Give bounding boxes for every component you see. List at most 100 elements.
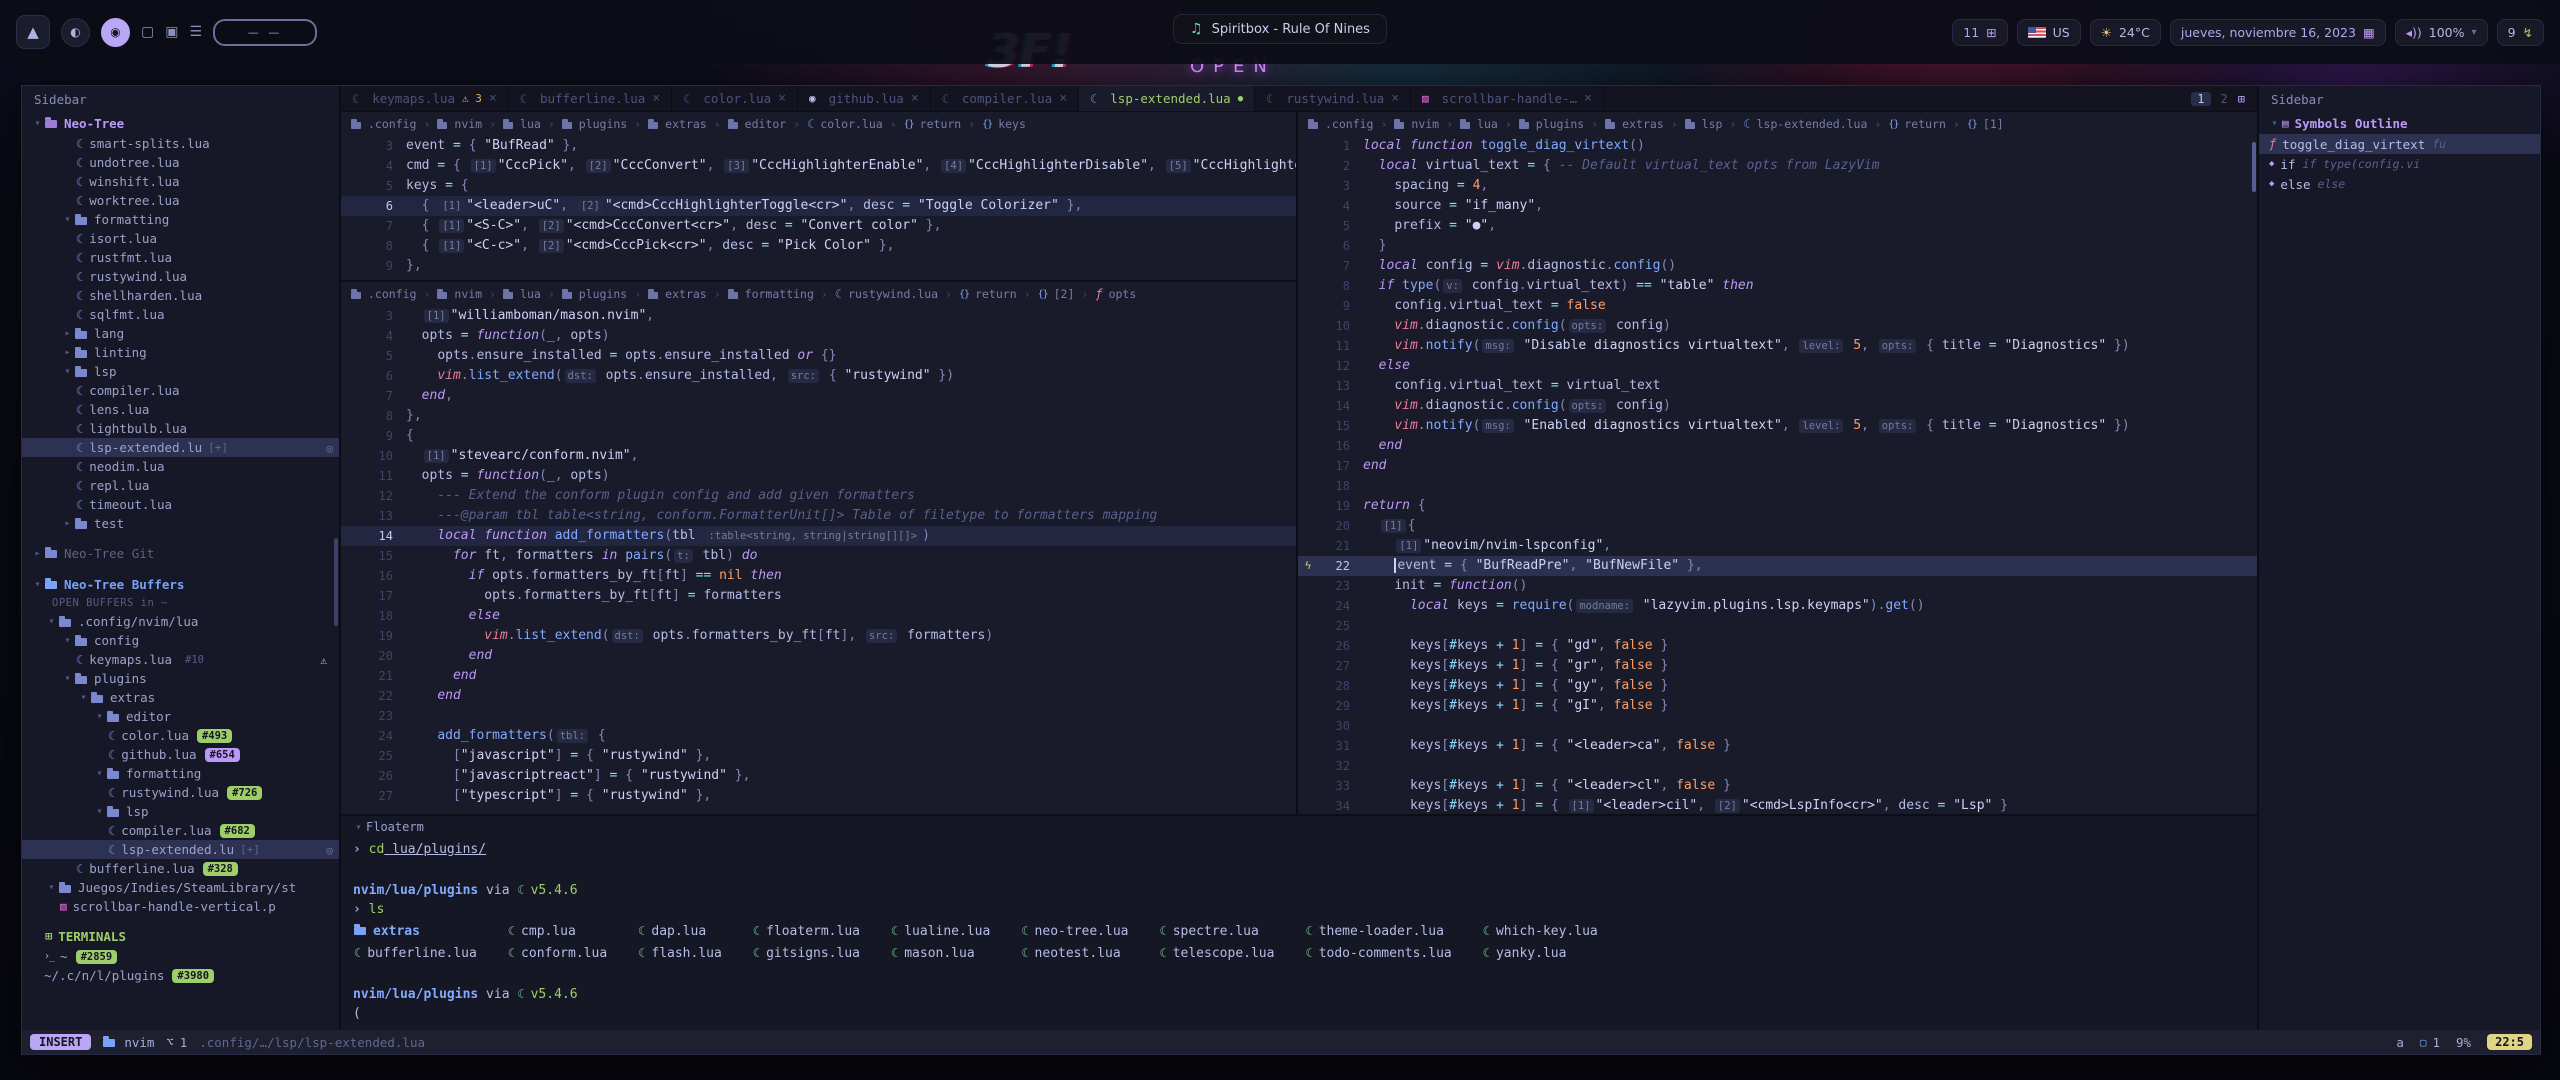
code-line[interactable]: 24 local keys = require(modname: "lazyvi… — [1298, 596, 2257, 616]
tree-item[interactable]: ▾plugins — [22, 669, 339, 688]
tree-item[interactable]: ☾rustywind.lua — [22, 267, 339, 286]
close-tab-icon[interactable]: × — [489, 91, 497, 106]
code-line[interactable]: 4cmd = { [1]"CccPick", [2]"CccConvert", … — [341, 156, 1296, 176]
window-button[interactable]: ▢ — [141, 24, 154, 40]
code-line[interactable]: 15 vim.notify(msg: "Enabled diagnostics … — [1298, 416, 2257, 436]
tree-item[interactable]: ☾keymaps.lua#10⚠ — [22, 650, 339, 669]
code-line[interactable]: 33 keys[#keys + 1] = { "<leader>cl", fal… — [1298, 776, 2257, 796]
code-line[interactable]: 12 --- Extend the conform plugin config … — [341, 486, 1296, 506]
weather-widget[interactable]: ☀24°C — [2090, 19, 2161, 46]
code-line[interactable]: 3 spacing = 4, — [1298, 176, 2257, 196]
code-line[interactable]: 25 — [1298, 616, 2257, 636]
tree-item[interactable]: ▸linting — [22, 343, 339, 362]
tree-item[interactable]: ☾smart-splits.lua — [22, 134, 339, 153]
tree-item[interactable]: ☾neodim.lua — [22, 457, 339, 476]
code-line[interactable]: 12 else — [1298, 356, 2257, 376]
editor-tab[interactable]: ☾keymaps.lua⚠ 3× — [341, 86, 509, 111]
code-line[interactable]: 21 end — [341, 666, 1296, 686]
code-line[interactable]: 6 { [1]"<leader>uC", [2]"<cmd>CccHighlig… — [341, 196, 1296, 216]
close-tab-icon[interactable]: × — [1584, 91, 1592, 106]
code-line[interactable]: 23 — [341, 706, 1296, 726]
keyboard-widget[interactable]: 11⊞ — [1952, 19, 2007, 46]
tree-item[interactable]: ▨scrollbar-handle-vertical.p — [22, 897, 339, 916]
editor-tab[interactable]: ☾bufferline.lua× — [509, 86, 672, 111]
symbols-outline-header[interactable]: ▾ ▤ Symbols Outline — [2259, 112, 2540, 134]
code-line[interactable]: 20 [1]{ — [1298, 516, 2257, 536]
section-header[interactable]: ▸Neo-Tree Git — [22, 542, 339, 564]
listing-entry[interactable]: ☾cmp.lua — [507, 920, 637, 942]
date-widget[interactable]: jueves, noviembre 16, 2023▦ — [2170, 19, 2386, 46]
editor-tab[interactable]: ☾compiler.lua× — [931, 86, 1079, 111]
listing-entry[interactable]: ☾neo-tree.lua — [1020, 920, 1158, 942]
code-line[interactable]: 13 ---@param tbl table<string, conform.F… — [341, 506, 1296, 526]
code-line[interactable]: 7 { [1]"<S-C>", [2]"<cmd>CccConvert<cr>"… — [341, 216, 1296, 236]
outline-symbol[interactable]: ◆ifif type(config.vi — [2259, 154, 2540, 174]
code-line[interactable]: 14 local function add_formatters(tbl :ta… — [341, 526, 1296, 546]
code-line[interactable]: 9 config.virtual_text = false — [1298, 296, 2257, 316]
code-line[interactable]: 5 prefix = "●", — [1298, 216, 2257, 236]
editor-tab[interactable]: ◉github.lua× — [798, 86, 931, 111]
code-line[interactable]: 27 ["typescript"] = { "rustywind" }, — [341, 786, 1296, 806]
tree-item[interactable]: ☾bufferline.lua#328 — [22, 859, 339, 878]
timer-button[interactable]: ◐ — [61, 18, 90, 47]
tree-item[interactable]: ▾editor — [22, 707, 339, 726]
code-line[interactable]: 8 if type(v: config.virtual_text) == "ta… — [1298, 276, 2257, 296]
tree-item[interactable]: ›_~#2859 — [22, 947, 339, 966]
code-line[interactable]: 17 opts.formatters_by_ft[ft] = formatter… — [341, 586, 1296, 606]
outline-symbol[interactable]: ◆elseelse — [2259, 174, 2540, 194]
tabpage-number[interactable]: 2 — [2221, 92, 2228, 106]
section-header[interactable]: ▾Neo-Tree Buffers — [22, 573, 339, 595]
code-line[interactable]: 24 add_formatters(tbl: { — [341, 726, 1296, 746]
language-widget[interactable]: US — [2017, 19, 2081, 46]
editor-tab[interactable]: ☾color.lua× — [672, 86, 798, 111]
code-line[interactable]: 7 end, — [341, 386, 1296, 406]
listing-entry[interactable]: ☾todo-comments.lua — [1304, 942, 1481, 964]
code-line[interactable]: 31 keys[#keys + 1] = { "<leader>ca", fal… — [1298, 736, 2257, 756]
code-line[interactable]: 1local function toggle_diag_virtext() — [1298, 136, 2257, 156]
code-line[interactable]: 23 init = function() — [1298, 576, 2257, 596]
listing-entry[interactable]: ☾flash.lua — [637, 942, 752, 964]
code-line[interactable]: 19return { — [1298, 496, 2257, 516]
code-buffer[interactable]: 3 [1]"williamboman/mason.nvim",4 opts = … — [341, 306, 1296, 814]
tree-item[interactable]: ☾color.lua#493 — [22, 726, 339, 745]
code-line[interactable]: 26 ["javascriptreact"] = { "rustywind" }… — [341, 766, 1296, 786]
editor-tab[interactable]: ☾rustywind.lua× — [1255, 86, 1411, 111]
code-line[interactable]: 15 for ft, formatters in pairs(t: tbl) d… — [341, 546, 1296, 566]
tree-item[interactable]: ☾rustfmt.lua — [22, 248, 339, 267]
floaterm-titlebar[interactable]: ▾ Floaterm — [341, 816, 2257, 838]
launcher-button[interactable]: ▲ — [16, 15, 50, 49]
tree-item[interactable]: ▾Juegos/Indies/SteamLibrary/st — [22, 878, 339, 897]
code-line[interactable]: 21 [1]"neovim/nvim-lspconfig", — [1298, 536, 2257, 556]
tabpage-number[interactable]: 1 — [2191, 92, 2210, 106]
code-line[interactable]: 18 else — [341, 606, 1296, 626]
tree-item[interactable]: ▾extras — [22, 688, 339, 707]
listing-entry[interactable]: ☾which-key.lua — [1482, 920, 1628, 942]
code-buffer[interactable]: 3event = { "BufRead" },4cmd = { [1]"CccP… — [341, 136, 1296, 280]
listing-entry[interactable]: ☾spectre.lua — [1158, 920, 1304, 942]
tree-item[interactable]: ☾winshift.lua — [22, 172, 339, 191]
tree-item[interactable]: ☾undotree.lua — [22, 153, 339, 172]
code-line[interactable]: 17end — [1298, 456, 2257, 476]
tree-item[interactable]: ☾timeout.lua — [22, 495, 339, 514]
pane-scrollbar[interactable] — [2252, 142, 2256, 192]
tree-item[interactable]: ▸test — [22, 514, 339, 533]
music-widget[interactable]: ♫ Spiritbox - Rule Of Nines — [1173, 14, 1387, 44]
code-line[interactable]: 27 keys[#keys + 1] = { "gr", false } — [1298, 656, 2257, 676]
notes-button[interactable]: ☰ — [189, 24, 202, 40]
close-tab-icon[interactable]: × — [1059, 91, 1067, 106]
code-line[interactable]: 22 end — [341, 686, 1296, 706]
listing-entry[interactable]: extras — [353, 920, 507, 942]
listing-entry[interactable]: ☾neotest.lua — [1020, 942, 1158, 964]
code-line[interactable]: 18 — [1298, 476, 2257, 496]
code-line[interactable]: 7 local config = vim.diagnostic.config() — [1298, 256, 2257, 276]
tree-item[interactable]: ▸lang — [22, 324, 339, 343]
code-line[interactable]: 9}, — [341, 256, 1296, 276]
code-line[interactable]: 16 end — [1298, 436, 2257, 456]
code-line[interactable]: 26 keys[#keys + 1] = { "gd", false } — [1298, 636, 2257, 656]
outline-symbol[interactable]: ƒtoggle_diag_virtextfu — [2259, 134, 2540, 154]
tree-item[interactable]: ☾lens.lua — [22, 400, 339, 419]
code-line[interactable]: 20 end — [341, 646, 1296, 666]
editor-tab[interactable]: ▨scrollbar-handle-…× — [1411, 86, 1604, 111]
listing-entry[interactable]: ☾theme-loader.lua — [1304, 920, 1481, 942]
code-buffer[interactable]: 1local function toggle_diag_virtext()2 l… — [1298, 136, 2257, 814]
